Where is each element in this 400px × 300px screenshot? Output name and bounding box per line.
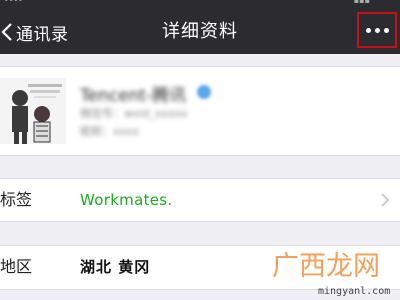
navigation-bar: 通讯录 详细资料: [0, 10, 400, 54]
avatar[interactable]: [0, 78, 66, 144]
status-battery-icon: ▪▪▪: [353, 0, 370, 5]
nickname: 昵称：xxxx: [80, 125, 140, 138]
more-options-button[interactable]: [357, 12, 397, 48]
back-button-label: 通讯录: [16, 24, 69, 45]
tags-value: Workmates.: [80, 191, 173, 209]
wechat-id: 微信号：wxid_xxxxx: [80, 107, 188, 120]
region-value: 湖北 黄冈: [80, 258, 151, 276]
region-label: 地区: [0, 257, 33, 276]
tags-label: 标签: [0, 190, 33, 209]
contact-name: Tencent-腾讯: [80, 86, 187, 106]
profile-card: Tencent-腾讯 微信号：wxid_xxxxx 昵称：xxxx: [0, 66, 400, 156]
chevron-right-icon: [381, 193, 390, 207]
status-bar: •••• ▪▪▪: [0, 0, 400, 10]
status-carrier: ••••: [4, 0, 23, 5]
avatar-illustration: [0, 78, 66, 144]
watermark-text: 广西龙网: [272, 251, 380, 282]
watermark-url: mingyanl.com: [318, 286, 391, 297]
chevron-left-icon: [1, 23, 12, 41]
more-icon: [365, 27, 389, 33]
gender-icon: [197, 85, 211, 99]
back-button[interactable]: 通讯录: [0, 16, 77, 48]
tags-row[interactable]: 标签 Workmates.: [0, 178, 400, 222]
